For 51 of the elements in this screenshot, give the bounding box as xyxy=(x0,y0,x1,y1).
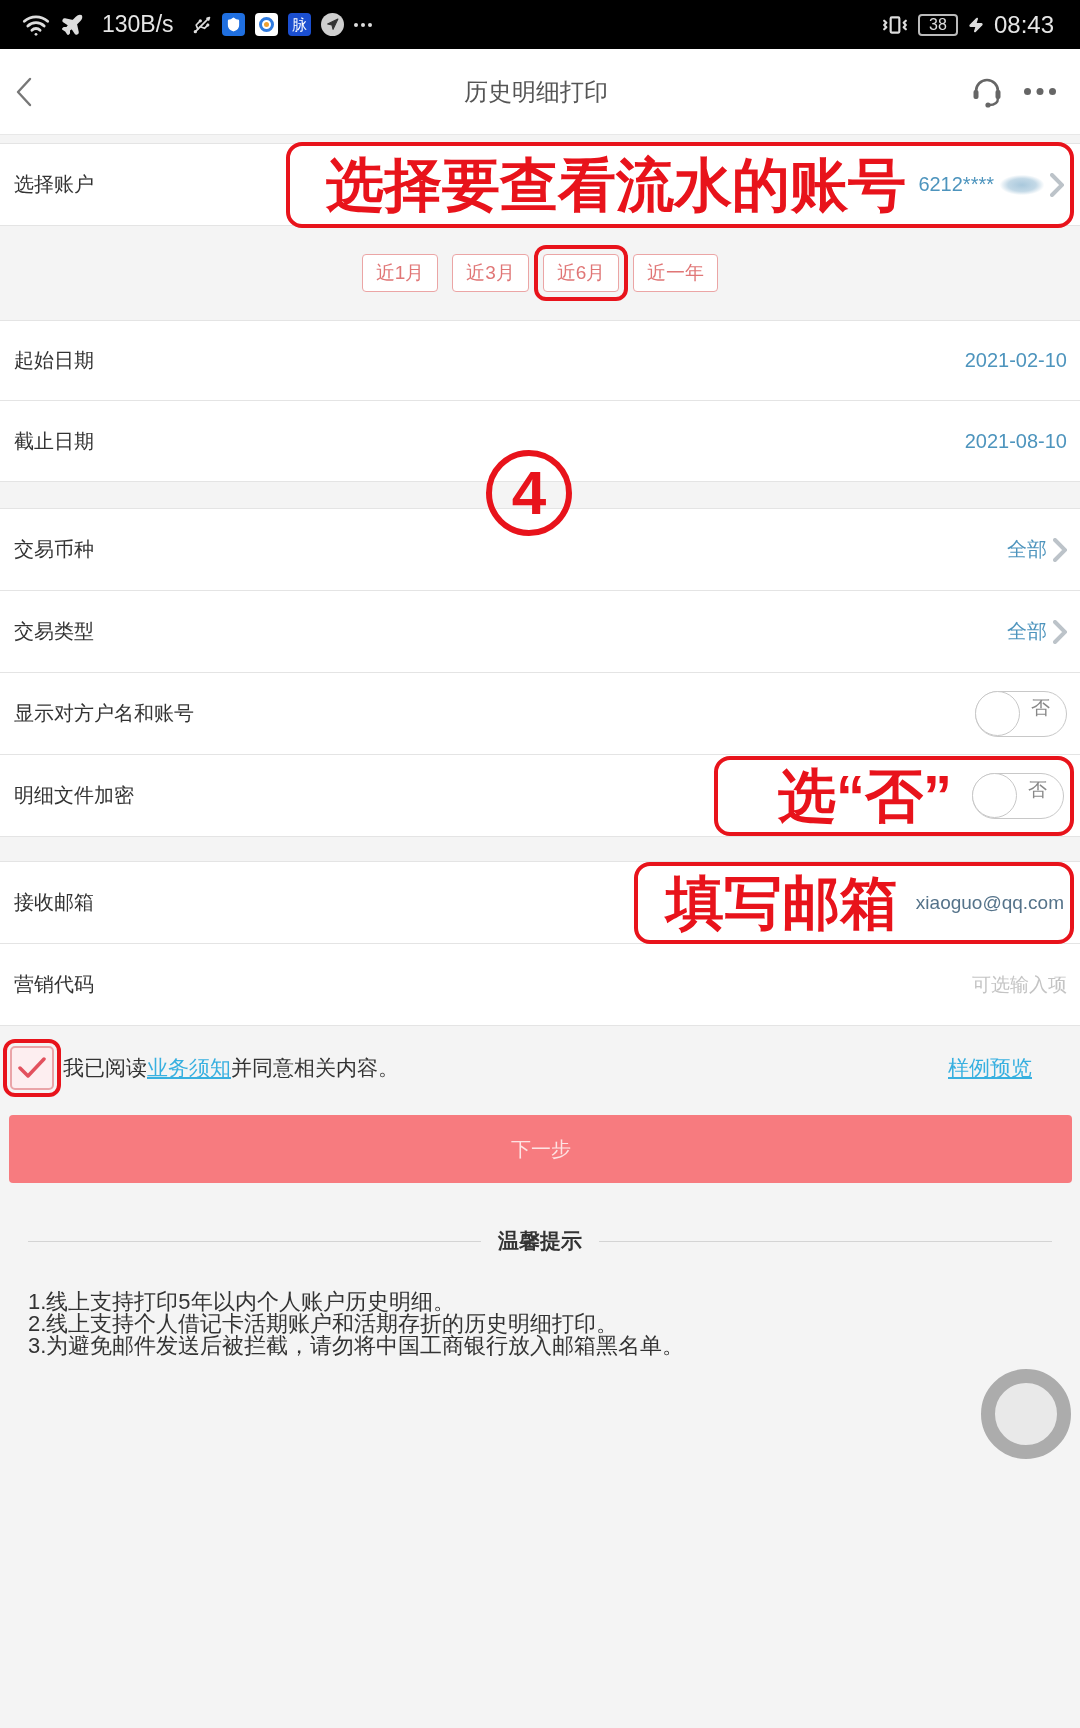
row-label: 显示对方户名和账号 xyxy=(14,701,194,726)
page-title: 历史明细打印 xyxy=(464,76,608,107)
period-button[interactable]: 近1月 xyxy=(361,254,439,292)
email-input[interactable]: xiaoguo@qq.com xyxy=(912,887,1064,918)
chevron-right-icon xyxy=(1050,172,1064,197)
row-label: 起始日期 xyxy=(14,348,94,373)
agreement-text: 我已阅读业务须知并同意相关内容。 xyxy=(63,1055,399,1081)
battery-level: 38 xyxy=(917,13,958,36)
more-icon xyxy=(353,22,372,27)
app-notification-tile: 脉 xyxy=(287,13,311,36)
charging-icon xyxy=(967,16,984,33)
period-button[interactable]: 近6月 xyxy=(542,254,620,292)
tips-title: 温馨提示 xyxy=(498,1228,582,1254)
airplane-icon xyxy=(60,12,84,37)
checkbox[interactable] xyxy=(10,1046,54,1090)
shield-app-icon xyxy=(221,13,245,36)
row-label: 明细文件加密 xyxy=(14,783,134,808)
sample-preview-link[interactable]: 样例预览 xyxy=(948,1054,1032,1082)
row-label: 交易币种 xyxy=(14,537,94,562)
toggle-switch[interactable]: 否 xyxy=(972,772,1064,819)
chevron-right-icon xyxy=(1053,537,1067,562)
period-button[interactable]: 近一年 xyxy=(633,254,719,292)
annotation-text: 填写邮箱 xyxy=(666,873,898,932)
ring-app-icon xyxy=(254,13,278,36)
tip-text: 1.线上支持打印5年以内个人账户历史明细。 xyxy=(28,1291,455,1313)
date-value: 2021-02-10 xyxy=(964,349,1067,372)
toggle-switch[interactable]: 否 xyxy=(975,690,1067,737)
date-value: 2021-08-10 xyxy=(964,429,1067,453)
row-label: 接收邮箱 xyxy=(14,890,94,915)
clock-time: 08:43 xyxy=(993,10,1054,39)
tip-text: 3.为避免邮件发送后被拦截，请勿将中国工商银行放入邮箱黑名单。 xyxy=(28,1335,685,1357)
chevron-right-icon xyxy=(1053,619,1067,644)
network-speed: 130B/s xyxy=(102,11,174,38)
row-label: 交易类型 xyxy=(14,619,94,644)
row-label: 选择账户 xyxy=(14,172,94,197)
back-chevron-icon xyxy=(16,76,32,107)
period-button[interactable]: 近3月 xyxy=(452,254,529,292)
more-icon xyxy=(1024,88,1056,95)
row-label: 营销代码 xyxy=(14,972,94,997)
terms-link[interactable]: 业务须知 xyxy=(147,1056,231,1079)
account-number: 6212**** xyxy=(918,173,994,196)
usb-icon xyxy=(191,14,212,35)
arrow-app-icon xyxy=(320,13,344,36)
row-value: 全部 xyxy=(1007,537,1047,562)
annotation-text: 选“否” xyxy=(778,766,952,825)
annotation-text: 选择要查看流水的账号 xyxy=(326,155,907,214)
row-label: 截止日期 xyxy=(14,428,94,454)
code-input[interactable]: 可选输入项 xyxy=(867,969,1067,1000)
check-icon xyxy=(18,1057,46,1079)
tip-text: 2.线上支持个人借记卡活期账户和活期存折的历史明细打印。 xyxy=(28,1313,619,1335)
row-value: 全部 xyxy=(1007,619,1047,644)
